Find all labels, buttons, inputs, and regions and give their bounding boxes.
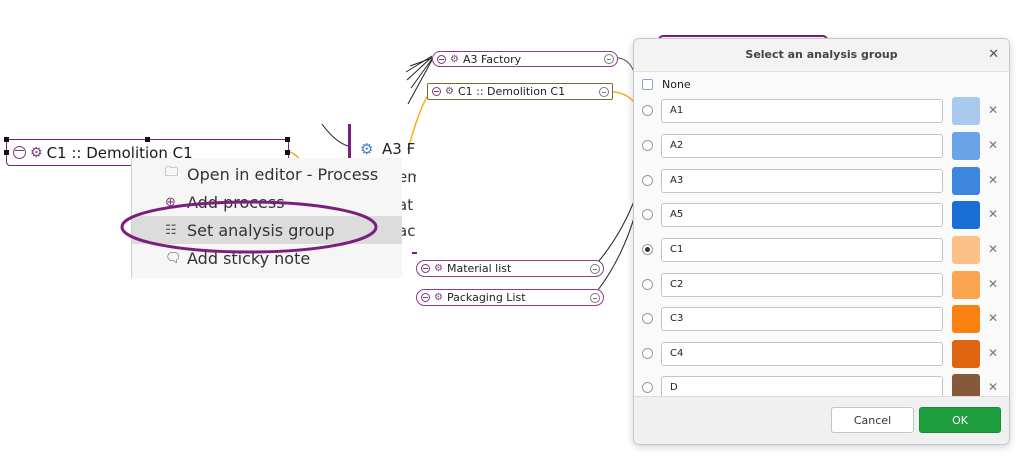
group-row[interactable]: A1 ✕	[634, 97, 1009, 125]
ok-button[interactable]: OK	[919, 407, 1001, 433]
group-radio[interactable]	[642, 209, 653, 220]
expand-icon[interactable]	[421, 264, 430, 273]
node-label: Material list	[446, 262, 512, 275]
group-radio[interactable]	[642, 348, 653, 359]
group-radio[interactable]	[642, 313, 653, 324]
group-color-swatch[interactable]	[952, 340, 980, 368]
selection-handle[interactable]	[145, 137, 150, 142]
none-label: None	[662, 78, 691, 91]
group-color-swatch[interactable]	[952, 271, 980, 299]
collapse-icon[interactable]	[13, 146, 26, 159]
group-color-swatch[interactable]	[952, 132, 980, 160]
group-row[interactable]: A2 ✕	[634, 132, 1009, 160]
group-radio[interactable]	[642, 175, 653, 186]
process-node-packaging-list[interactable]: ⚙ Packaging List	[416, 289, 604, 306]
remove-icon[interactable]: ✕	[988, 380, 998, 394]
selection-handle[interactable]	[4, 150, 9, 155]
collapse-right-icon[interactable]	[590, 263, 600, 274]
partial-node-title: A3 F	[382, 140, 416, 158]
dialog-footer: Cancel OK	[634, 396, 1009, 444]
gear-icon: ⚙	[360, 140, 374, 158]
menu-item-label: Open in editor - Process	[187, 164, 379, 184]
process-node-material-list[interactable]: ⚙ Material list	[416, 260, 604, 277]
dialog-title: Select an analysis group	[634, 39, 1009, 72]
expand-icon[interactable]	[421, 293, 430, 302]
cancel-button[interactable]: Cancel	[831, 407, 914, 433]
collapse-icon[interactable]	[432, 87, 441, 96]
process-icon: ⚙	[445, 86, 454, 97]
process-node-c1-demolition[interactable]: ⚙ C1 :: Demolition C1	[427, 83, 613, 100]
group-row[interactable]: C1 ✕	[634, 236, 1009, 264]
collapse-right-icon[interactable]	[604, 54, 614, 64]
group-row[interactable]: C3 ✕	[634, 305, 1009, 333]
group-name-input[interactable]: C3	[661, 307, 943, 331]
group-row[interactable]: A5 ✕	[634, 201, 1009, 229]
group-name-input[interactable]: C4	[661, 342, 943, 366]
selection-handle[interactable]	[4, 137, 9, 142]
remove-icon[interactable]: ✕	[988, 138, 998, 152]
collapse-right-icon[interactable]	[599, 86, 609, 97]
remove-icon[interactable]: ✕	[988, 277, 998, 291]
group-name-input[interactable]: C2	[661, 273, 943, 297]
highlight-ring	[120, 200, 378, 254]
group-name-input[interactable]: A1	[661, 99, 943, 123]
group-color-swatch[interactable]	[952, 167, 980, 195]
remove-icon[interactable]: ✕	[988, 207, 998, 221]
remove-icon[interactable]: ✕	[988, 103, 998, 117]
remove-icon[interactable]: ✕	[988, 173, 998, 187]
group-row[interactable]: C2 ✕	[634, 271, 1009, 299]
collapse-icon[interactable]	[437, 54, 446, 64]
node-label: A3 Factory	[462, 52, 522, 66]
remove-icon[interactable]: ✕	[988, 311, 998, 325]
process-icon: ⚙	[450, 53, 459, 65]
process-icon: ⚙	[30, 144, 43, 161]
group-name-input[interactable]: A5	[661, 203, 943, 227]
group-row[interactable]: C4 ✕	[634, 340, 1009, 368]
close-icon[interactable]: ✕	[988, 47, 999, 62]
group-color-swatch[interactable]	[952, 201, 980, 229]
group-radio[interactable]	[642, 105, 653, 116]
remove-icon[interactable]: ✕	[988, 242, 998, 256]
group-color-swatch[interactable]	[952, 97, 980, 125]
group-radio[interactable]	[642, 140, 653, 151]
process-icon: ⚙	[434, 292, 443, 303]
group-radio[interactable]	[642, 382, 653, 393]
node-label: C1 :: Demolition C1	[457, 85, 566, 98]
selection-handle[interactable]	[285, 150, 290, 155]
group-name-input[interactable]: A2	[661, 134, 943, 158]
group-name-input[interactable]: C1	[661, 238, 943, 262]
group-color-swatch[interactable]	[952, 236, 980, 264]
collapse-right-icon[interactable]	[590, 292, 600, 303]
analysis-group-dialog: Select an analysis group ✕ None A1 ✕ A2 …	[633, 38, 1010, 445]
checkbox-none[interactable]	[642, 79, 653, 90]
node-label: Packaging List	[446, 291, 526, 304]
process-node-a3-factory[interactable]: ⚙ A3 Factory	[432, 51, 618, 67]
selection-handle[interactable]	[285, 137, 290, 142]
group-row[interactable]: A3 ✕	[634, 167, 1009, 195]
group-color-swatch[interactable]	[952, 305, 980, 333]
group-radio-selected[interactable]	[642, 244, 653, 255]
process-icon: ⚙	[434, 263, 443, 274]
group-name-input[interactable]: A3	[661, 169, 943, 193]
remove-icon[interactable]: ✕	[988, 346, 998, 360]
group-radio[interactable]	[642, 279, 653, 290]
group-row-none[interactable]: None	[634, 74, 1009, 98]
folder-icon: 🗀	[165, 165, 179, 180]
menu-item-open-in-editor[interactable]: 🗀 Open in editor - Process	[132, 160, 402, 188]
